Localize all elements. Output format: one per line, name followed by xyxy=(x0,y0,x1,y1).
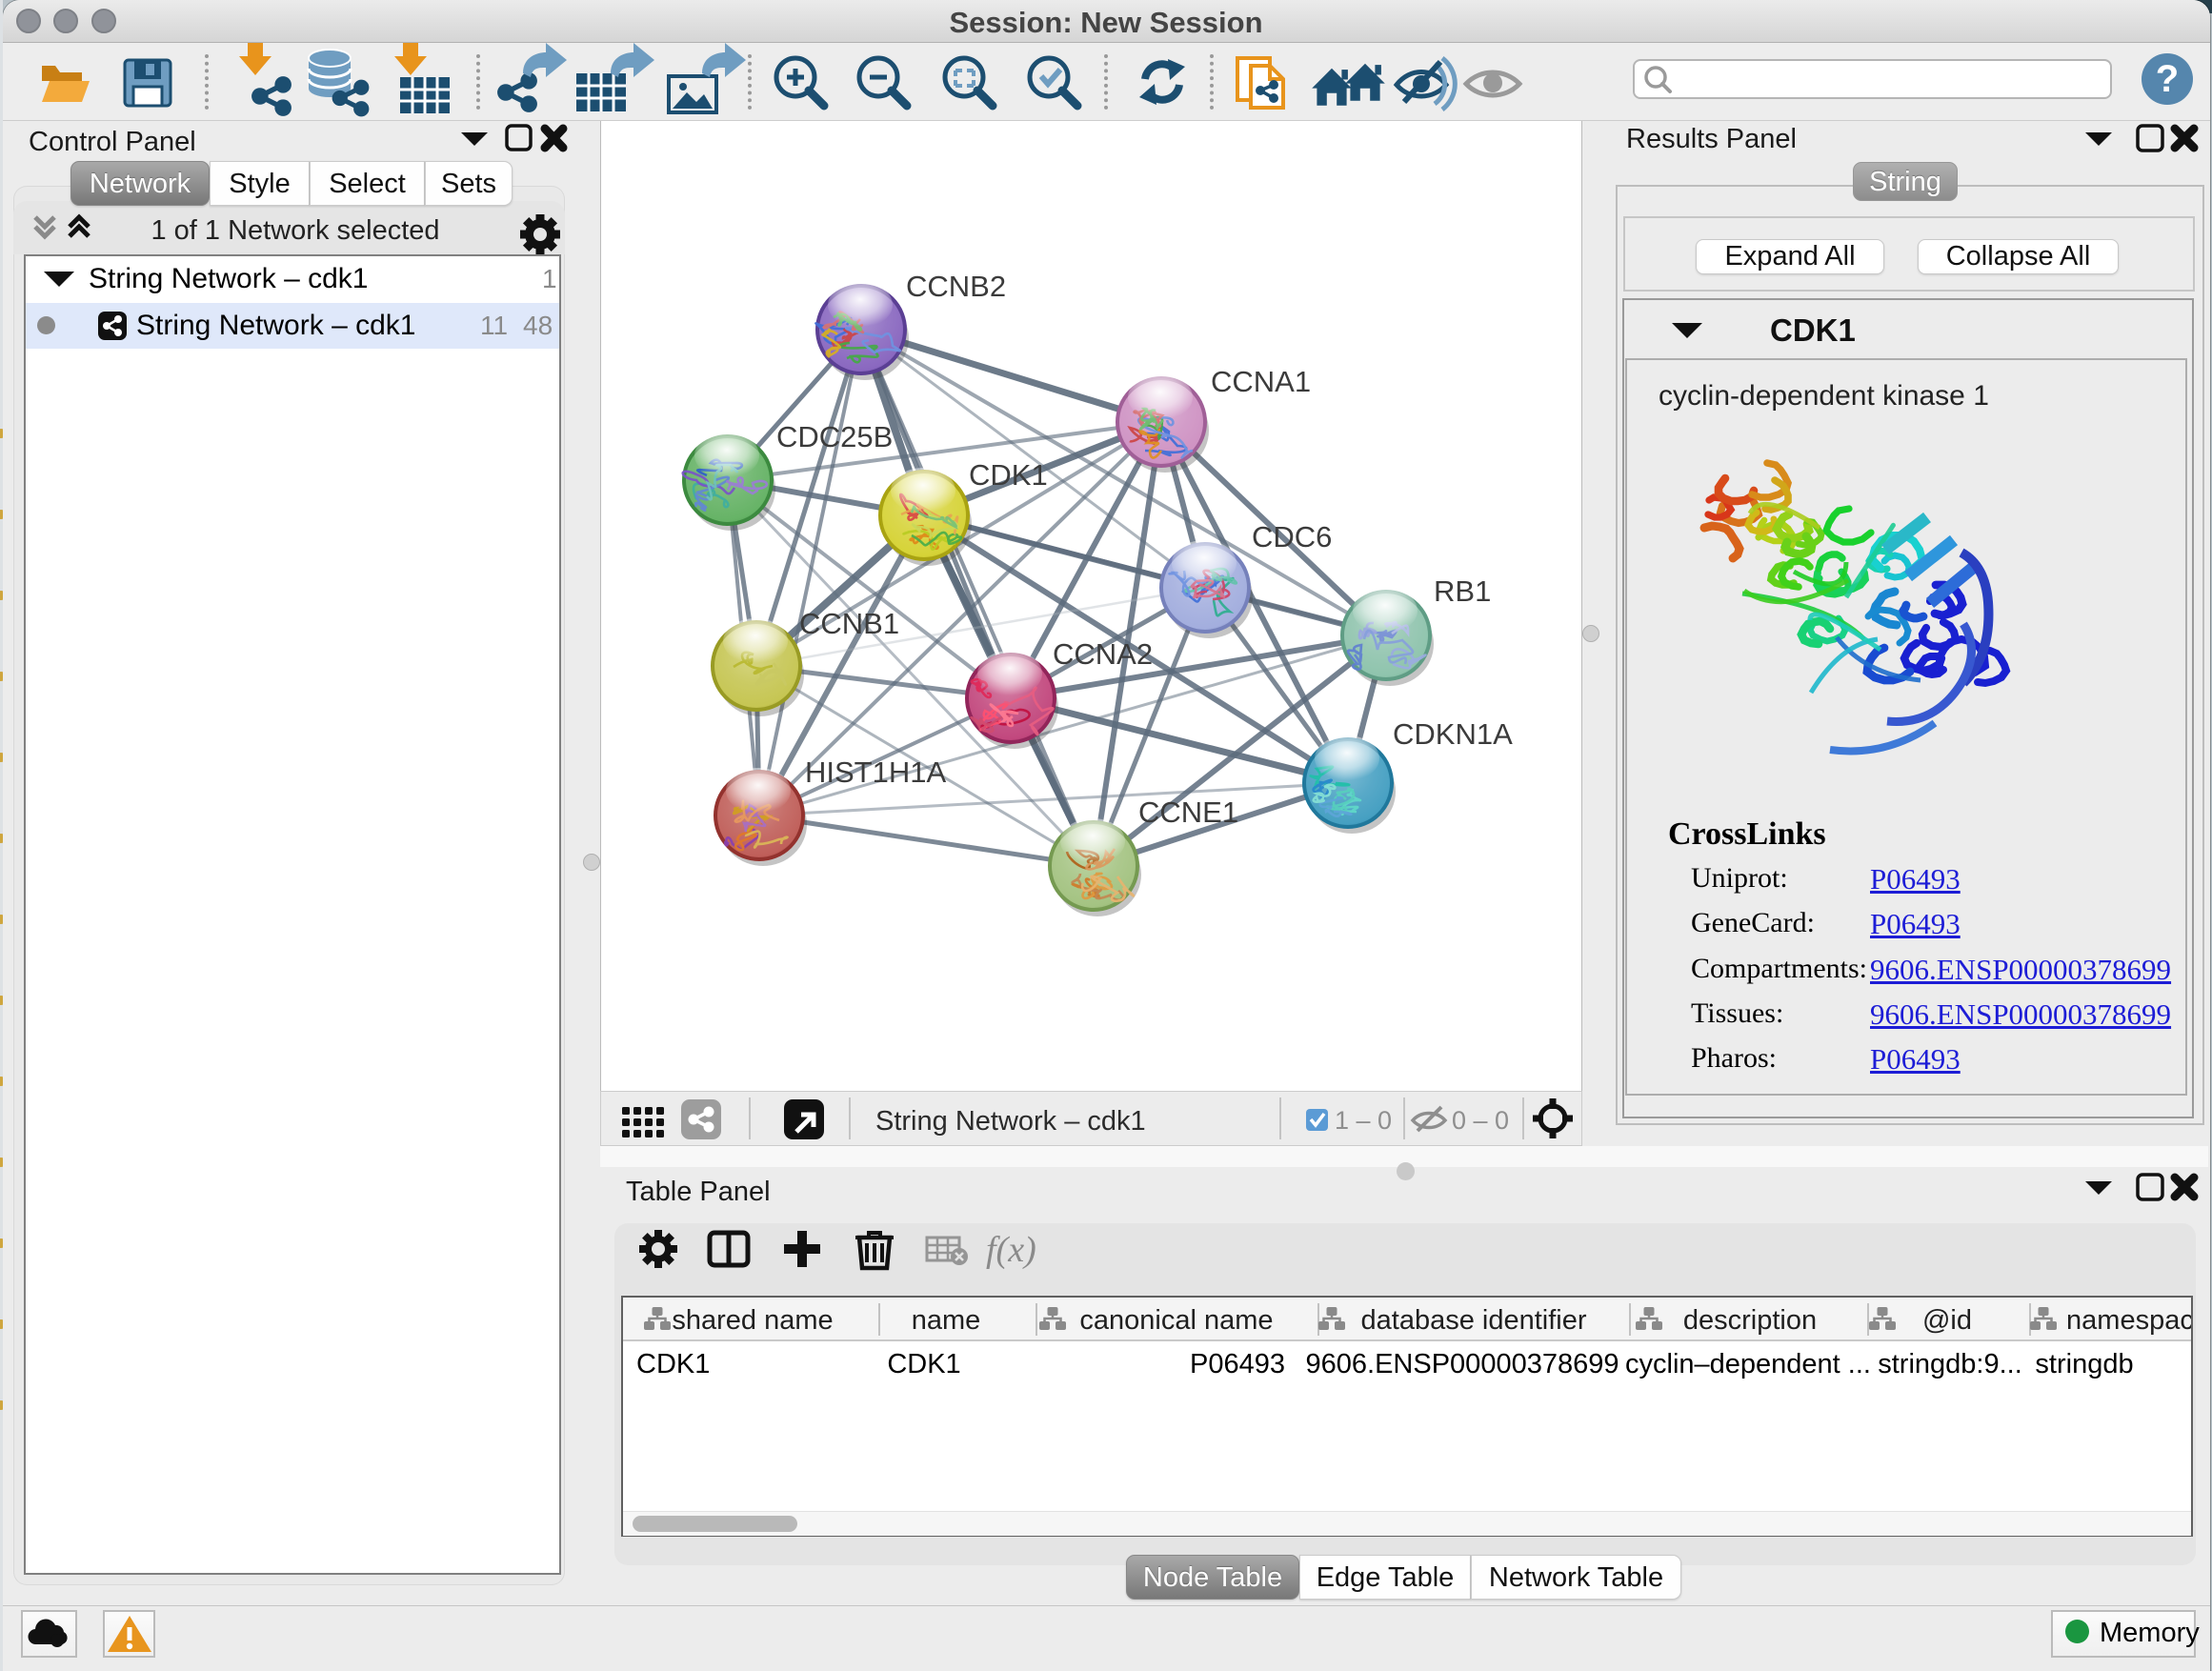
svg-text:CDC6: CDC6 xyxy=(1252,520,1332,554)
svg-text:?: ? xyxy=(2156,58,2179,100)
svg-text:RB1: RB1 xyxy=(1434,574,1491,608)
svg-text:P06493: P06493 xyxy=(1190,1349,1285,1379)
svg-text:CDC25B: CDC25B xyxy=(776,420,893,453)
svg-text:stringdb:9...: stringdb:9... xyxy=(1878,1349,2022,1379)
svg-text:CDK1: CDK1 xyxy=(636,1349,710,1379)
svg-text:CCNB1: CCNB1 xyxy=(799,607,899,640)
svg-text:description: description xyxy=(1683,1305,1817,1336)
svg-text:stringdb: stringdb xyxy=(2035,1349,2133,1379)
svg-text:shared name: shared name xyxy=(672,1305,833,1336)
svg-text:CDK1: CDK1 xyxy=(969,458,1048,492)
svg-text:CDKN1A: CDKN1A xyxy=(1393,717,1513,751)
svg-text:canonical name: canonical name xyxy=(1079,1305,1273,1336)
svg-text:CCNA2: CCNA2 xyxy=(1053,637,1153,671)
svg-text:CCNA1: CCNA1 xyxy=(1211,365,1311,398)
svg-text:name: name xyxy=(912,1305,981,1336)
svg-text:HIST1H1A: HIST1H1A xyxy=(805,755,946,789)
svg-text:1 – 0: 1 – 0 xyxy=(1335,1106,1392,1135)
svg-text:CCNE1: CCNE1 xyxy=(1138,795,1238,829)
svg-text:database identifier: database identifier xyxy=(1361,1305,1587,1336)
svg-text:0 – 0: 0 – 0 xyxy=(1452,1106,1509,1135)
svg-text:@id: @id xyxy=(1922,1305,1972,1336)
svg-text:CDK1: CDK1 xyxy=(887,1349,960,1379)
svg-text:f(x): f(x) xyxy=(986,1230,1036,1270)
svg-text:namespace: namespace xyxy=(2066,1305,2191,1336)
svg-text:CCNB2: CCNB2 xyxy=(906,270,1006,303)
svg-text:cyclin–dependent ...: cyclin–dependent ... xyxy=(1625,1349,1871,1379)
svg-text:String Network – cdk1: String Network – cdk1 xyxy=(875,1106,1146,1137)
svg-text:9606.ENSP00000378699: 9606.ENSP00000378699 xyxy=(1306,1349,1619,1379)
